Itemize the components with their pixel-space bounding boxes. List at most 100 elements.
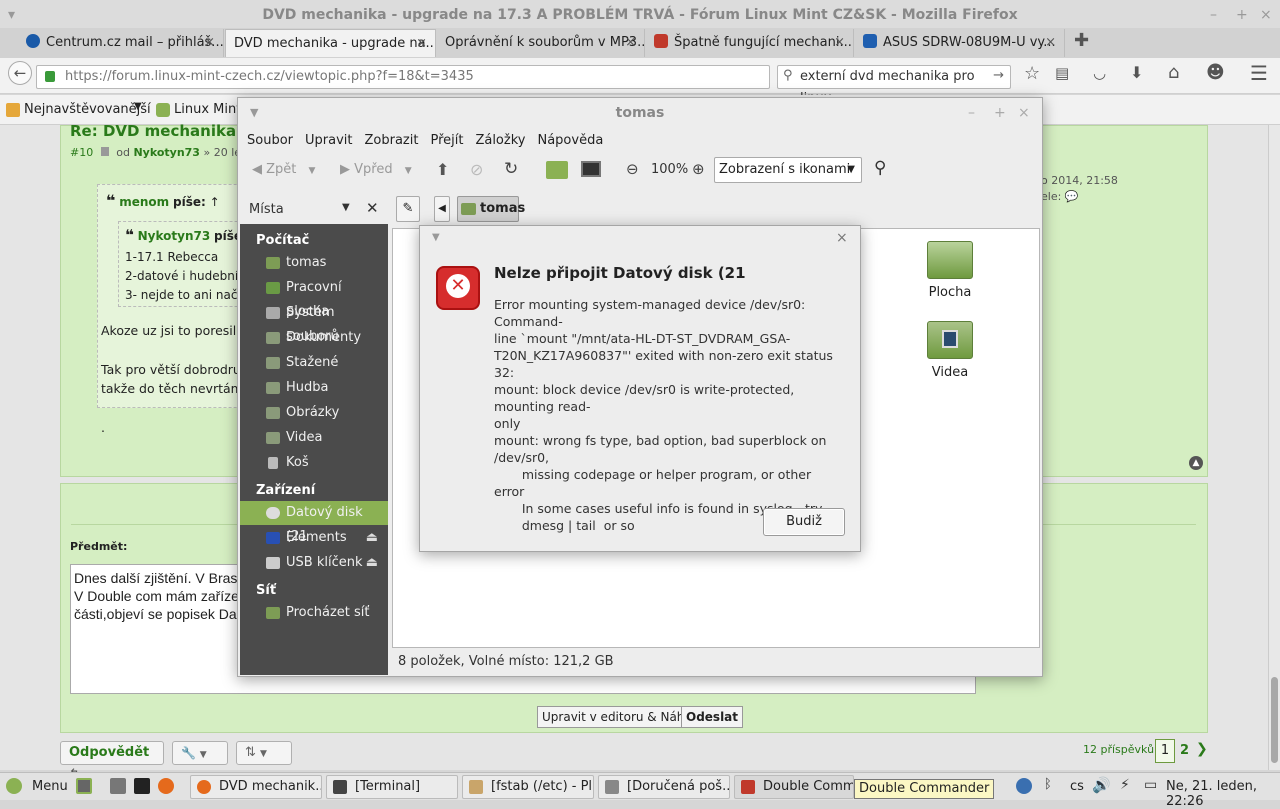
minimize-icon[interactable]: – — [1210, 0, 1217, 30]
bookmark-star-icon[interactable]: ☆ — [1024, 63, 1040, 84]
ok-button[interactable]: Budiž — [763, 508, 845, 536]
menu-file[interactable]: Soubor — [247, 133, 293, 148]
next-page-icon[interactable]: ❯ — [1196, 741, 1208, 757]
close-icon[interactable]: × — [1260, 0, 1272, 30]
tab-close-icon[interactable]: × — [625, 29, 636, 56]
view-mode-select[interactable]: Zobrazení s ikonami ▼ — [714, 157, 862, 183]
network-icon[interactable]: ⚡ — [1120, 777, 1130, 793]
scrollbar-thumb[interactable] — [1271, 677, 1278, 763]
bluetooth-icon[interactable]: ᛒ — [1044, 777, 1052, 792]
menu-bookmarks[interactable]: Záložky — [475, 133, 525, 148]
file-manager-launcher-icon[interactable] — [110, 778, 126, 794]
bookmark-linux-mint[interactable]: Linux Mint — [174, 102, 241, 117]
computer-icon[interactable] — [581, 161, 601, 177]
download-icon[interactable]: ⬇ — [1130, 63, 1143, 82]
tab-close-icon[interactable]: × — [1045, 29, 1056, 56]
menu-view[interactable]: Zobrazit — [364, 133, 418, 148]
chevron-down-icon[interactable]: ▼ — [134, 101, 142, 112]
shield-icon[interactable] — [1016, 778, 1032, 794]
search-go-icon[interactable]: → — [993, 65, 1004, 87]
quote-link-icon[interactable]: ↑ — [210, 195, 220, 209]
quote1-author[interactable]: menom — [119, 195, 169, 209]
sort-menu-button[interactable]: ⇅ ▼ — [236, 741, 292, 765]
post-author[interactable]: Nykotyn73 — [133, 146, 200, 159]
quote2-author[interactable]: Nykotyn73 — [138, 229, 211, 243]
chat-icon[interactable]: 💬 — [1065, 190, 1079, 203]
reply-button[interactable]: Odpovědět ↰ — [60, 741, 164, 782]
up-arrow-icon[interactable]: ⬆ — [436, 160, 449, 179]
keyboard-layout[interactable]: cs — [1070, 779, 1084, 794]
window-menu-icon[interactable]: ▾ — [8, 0, 15, 30]
back-icon[interactable]: ← — [8, 61, 32, 85]
tab-close-icon[interactable]: × — [204, 29, 215, 56]
zoom-out-icon[interactable]: ⊖ — [626, 160, 639, 178]
task-firefox[interactable]: DVD mechanik... — [190, 775, 322, 799]
stop-icon[interactable]: ⊘ — [470, 160, 483, 179]
url-bar[interactable]: https://forum.linux-mint-czech.cz/viewto… — [36, 65, 770, 89]
reader-list-icon[interactable]: ▤ — [1055, 64, 1069, 82]
page-scrollbar[interactable] — [1268, 125, 1280, 770]
post-number[interactable]: #10 — [70, 146, 93, 159]
home-icon[interactable]: ⌂ — [1168, 62, 1179, 83]
menu-button[interactable]: Menu — [32, 779, 68, 794]
sidebar-item-trash[interactable]: Koš — [240, 451, 388, 475]
window-menu-icon[interactable]: ▼ — [250, 98, 258, 128]
terminal-launcher-icon[interactable] — [134, 778, 150, 794]
sidebar-item-downloads[interactable]: Stažené — [240, 351, 388, 375]
maximize-icon[interactable]: + — [994, 98, 1006, 128]
window-menu-icon[interactable]: ▼ — [432, 232, 440, 243]
send-button[interactable]: Odeslat — [681, 706, 744, 728]
forward-button[interactable]: ▶ Vpřed ▼ — [340, 162, 412, 177]
tab-spatne[interactable]: Špatně fungující mechani... × — [646, 29, 854, 57]
task-mail[interactable]: [Doručená poš... — [598, 775, 730, 799]
reload-icon[interactable]: ↻ — [504, 159, 518, 179]
post-title[interactable]: Re: DVD mechanika — [70, 122, 236, 140]
task-terminal[interactable]: [Terminal] — [326, 775, 458, 799]
tools-menu-button[interactable]: 🔧 ▼ — [172, 741, 228, 765]
sidebar-item-tomas[interactable]: tomas — [240, 251, 388, 275]
sidebar-item-browse-network[interactable]: Procházet síť — [240, 601, 388, 625]
minimize-icon[interactable]: – — [968, 98, 975, 128]
eject-icon[interactable]: ⏏ — [366, 551, 378, 575]
tab-close-icon[interactable]: × — [834, 29, 845, 56]
volume-icon[interactable]: 🔊 — [1092, 776, 1111, 794]
mint-menu-icon[interactable] — [6, 778, 22, 794]
task-double-commander[interactable]: Double Comm... — [734, 775, 854, 799]
menu-help[interactable]: Nápověda — [537, 133, 603, 148]
home-folder-icon[interactable] — [546, 161, 568, 179]
path-back-icon[interactable]: ◀ — [434, 196, 450, 222]
tab-asus[interactable]: ASUS SDRW-08U9M-U vy... × — [855, 29, 1065, 57]
page-1[interactable]: 1 — [1155, 739, 1175, 763]
close-icon[interactable]: × — [836, 230, 848, 246]
show-desktop-icon[interactable] — [76, 778, 92, 794]
tab-opravneni[interactable]: Oprávnění k souborům v MP3... × — [437, 29, 645, 57]
battery-icon[interactable]: ▭ — [1144, 777, 1157, 793]
breadcrumb-tomas[interactable]: tomas — [457, 196, 525, 222]
close-sidebar-icon[interactable]: ✕ — [366, 199, 379, 217]
file-item-desktop[interactable]: Plocha — [915, 241, 985, 300]
sidebar-item-data-disk[interactable]: Datový disk (21 — [240, 501, 388, 544]
search-input[interactable]: ⚲ externí dvd mechanika pro linux → — [777, 65, 1011, 106]
sidebar-item-desktop[interactable]: Pracovní plocha — [240, 276, 388, 319]
sidebar-item-filesystem[interactable]: Systém souborů — [240, 301, 388, 344]
bookmark-most-visited[interactable]: Nejnavštěvovanější — [24, 102, 151, 117]
sidebar-item-elements[interactable]: Elements ⏏ — [240, 526, 388, 550]
firefox-launcher-icon[interactable] — [158, 778, 174, 794]
scroll-top-icon[interactable]: ▲ — [1189, 456, 1203, 470]
menu-go[interactable]: Přejít — [430, 133, 463, 148]
close-icon[interactable]: × — [1018, 98, 1030, 128]
hamburger-menu-icon[interactable]: ☰ — [1250, 61, 1268, 85]
task-text-editor[interactable]: [fstab (/etc) - Pl... — [462, 775, 594, 799]
hello-smiley-icon[interactable]: ☻ — [1206, 62, 1225, 83]
maximize-icon[interactable]: + — [1236, 0, 1248, 30]
pocket-icon[interactable]: ◡ — [1093, 64, 1106, 82]
edit-path-button[interactable]: ✎ — [396, 196, 420, 222]
tab-dvd-mechanika[interactable]: DVD mechanika - upgrade na... × — [225, 29, 436, 57]
menu-edit[interactable]: Upravit — [305, 133, 352, 148]
chevron-down-icon[interactable]: ▼ — [342, 202, 350, 213]
eject-icon[interactable]: ⏏ — [366, 526, 378, 550]
tab-centrum[interactable]: Centrum.cz mail – přihláš... × — [18, 29, 224, 57]
sidebar-item-pictures[interactable]: Obrázky — [240, 401, 388, 425]
sidebar-item-usb[interactable]: USB klíčenk ⏏ — [240, 551, 388, 575]
page-2[interactable]: 2 — [1180, 743, 1189, 758]
